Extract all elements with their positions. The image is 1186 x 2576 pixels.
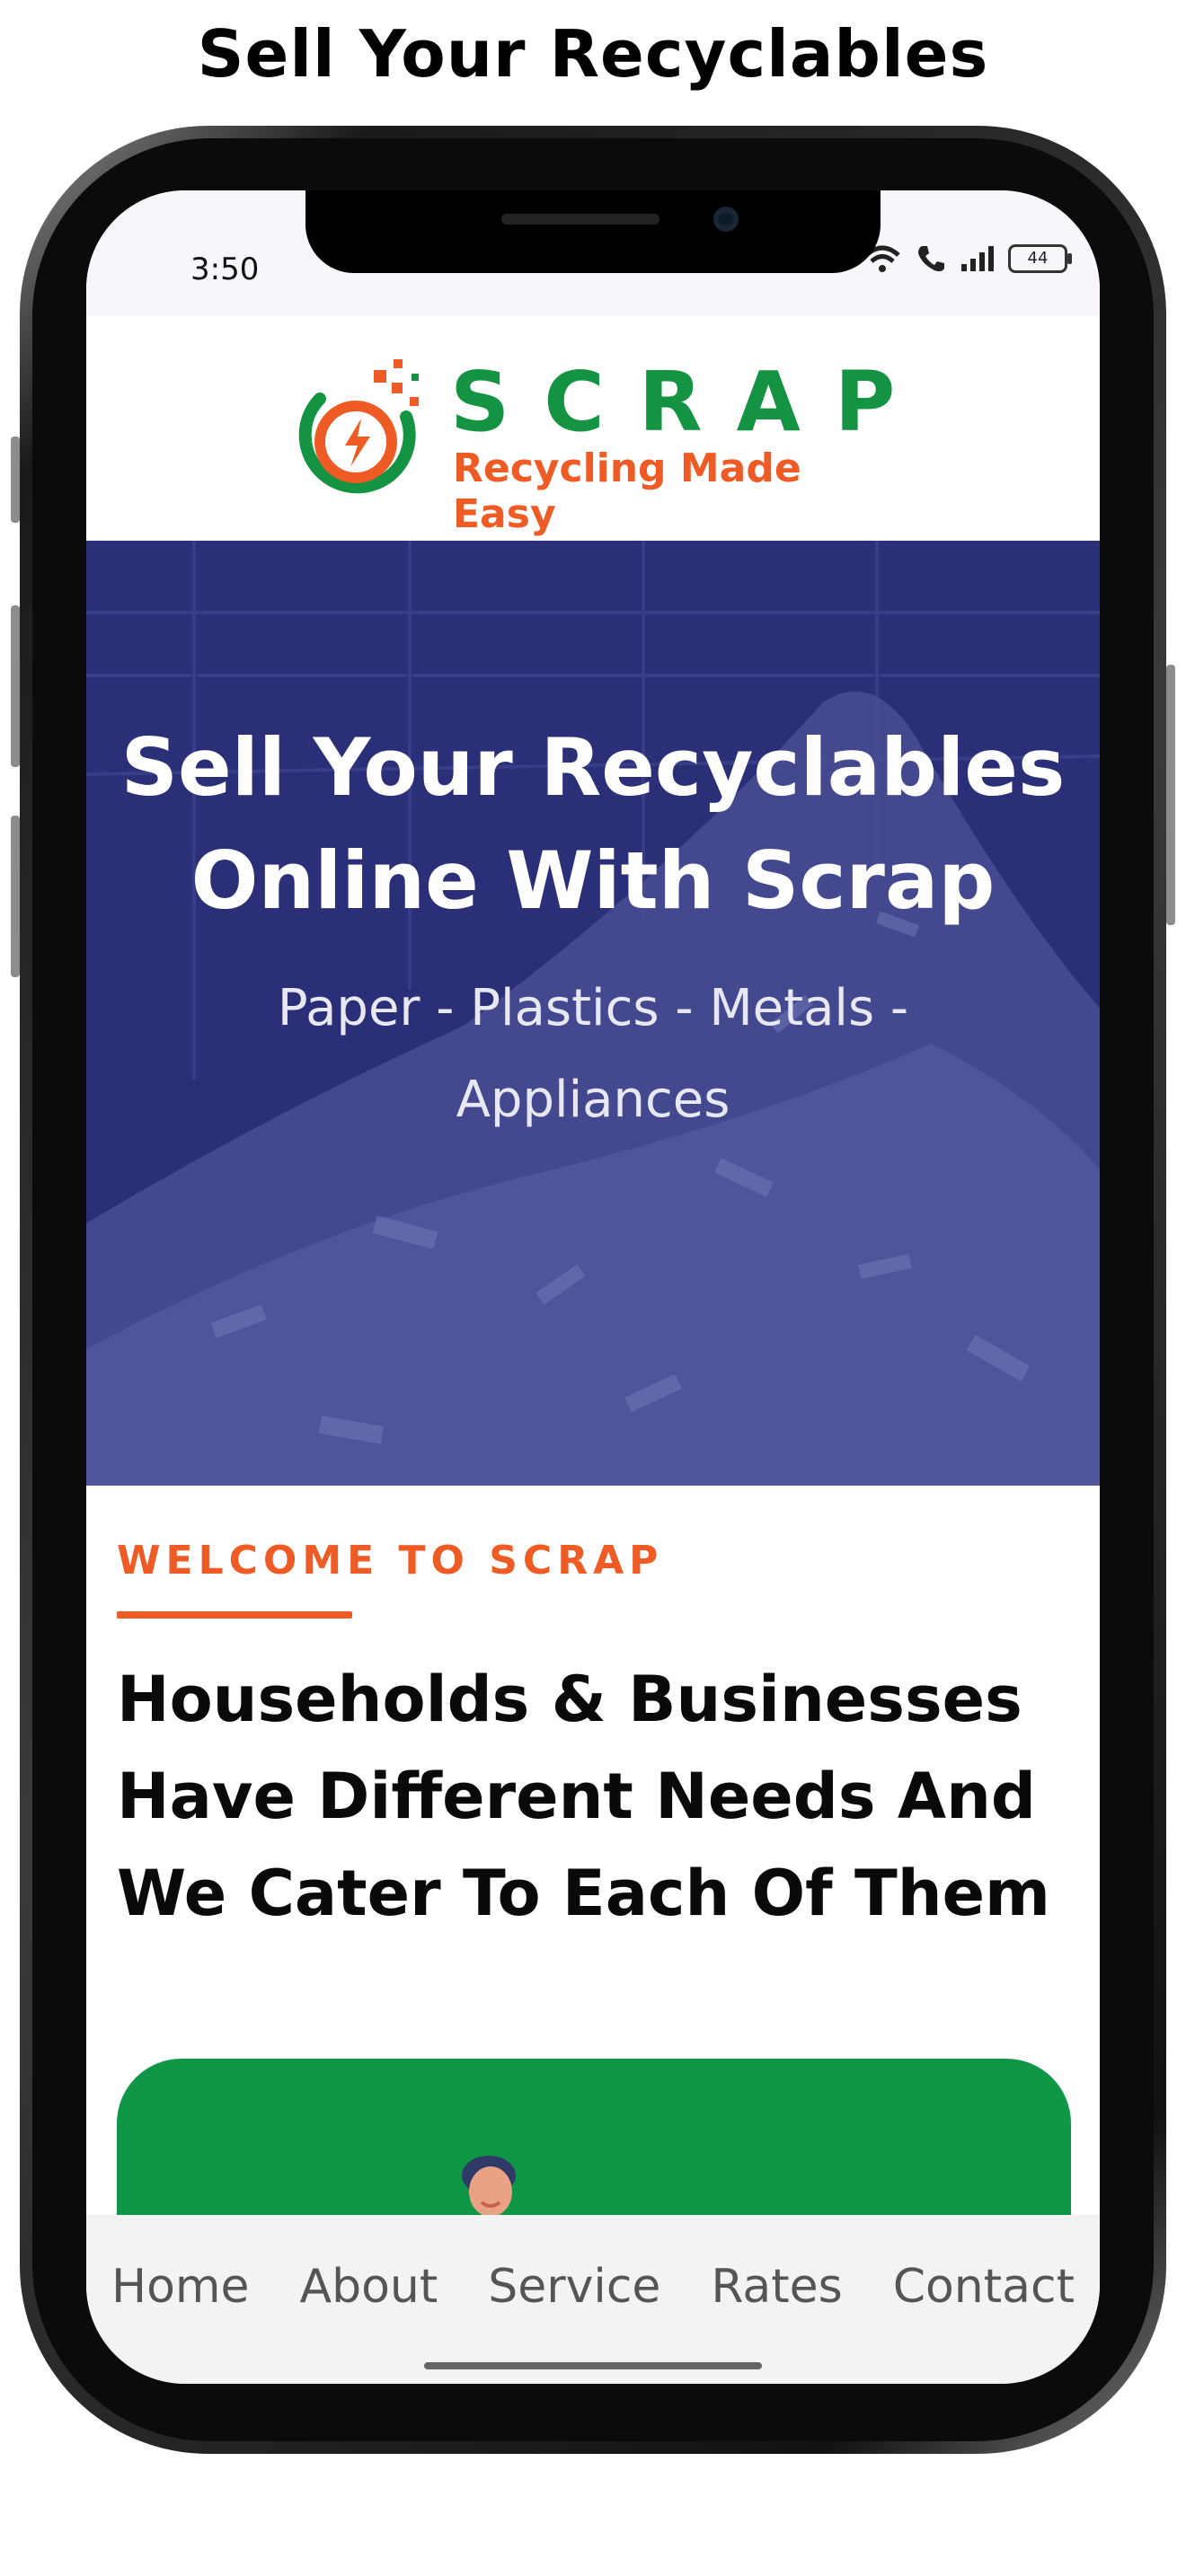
volume-down-button bbox=[11, 816, 20, 977]
tab-about[interactable]: About bbox=[300, 2260, 438, 2314]
welcome-heading-line-1: Households & Businesses bbox=[117, 1663, 1022, 1736]
phone-screen: 3:50 44 SCRAP Recycling Made Easy Sell Y… bbox=[86, 190, 1100, 2384]
hero-banner: Sell Your Recyclables Online With Scrap … bbox=[86, 541, 1100, 1486]
battery-icon: 44 bbox=[1008, 244, 1072, 273]
logo-tagline: Recycling Made Easy bbox=[453, 446, 801, 537]
tab-service[interactable]: Service bbox=[488, 2260, 660, 2314]
welcome-heading-line-3: We Cater To Each Of Them bbox=[117, 1857, 1050, 1930]
welcome-eyebrow: WELCOME TO SCRAP bbox=[117, 1538, 664, 1584]
tab-rates[interactable]: Rates bbox=[711, 2260, 842, 2314]
welcome-underline bbox=[117, 1611, 352, 1619]
status-bar: 3:50 44 bbox=[86, 190, 1100, 316]
tab-contact[interactable]: Contact bbox=[893, 2260, 1075, 2314]
speaker-grille bbox=[501, 214, 659, 225]
welcome-heading: Households & Businesses Have Different N… bbox=[117, 1651, 1069, 1942]
hero-subtitle-line-1: Paper - Plastics - Metals - bbox=[277, 979, 909, 1037]
tab-list: Home About Service Rates Contact bbox=[86, 2260, 1100, 2314]
hero-subtitle: Paper - Plastics - Metals - Appliances bbox=[212, 963, 974, 1146]
bottom-tab-bar: Home About Service Rates Contact bbox=[86, 2215, 1100, 2384]
logo-wordmark: SCRAP bbox=[450, 354, 930, 450]
hero-title: Sell Your Recyclables Online With Scrap bbox=[86, 711, 1100, 938]
scrap-logo[interactable]: SCRAP Recycling Made Easy bbox=[284, 343, 913, 537]
hero-subtitle-line-2: Appliances bbox=[456, 1071, 730, 1129]
signal-icon bbox=[961, 246, 994, 271]
front-camera bbox=[713, 207, 739, 232]
hero-title-line-1: Sell Your Recyclables bbox=[120, 721, 1066, 814]
logo-mark-icon bbox=[298, 359, 419, 494]
volume-up-button bbox=[11, 605, 20, 767]
banner-title: Sell Your Recyclables bbox=[197, 16, 989, 92]
hero-title-line-2: Online With Scrap bbox=[190, 834, 996, 927]
notch bbox=[305, 190, 881, 273]
home-indicator[interactable] bbox=[424, 2362, 762, 2369]
tab-home[interactable]: Home bbox=[111, 2260, 250, 2314]
call-icon bbox=[918, 246, 944, 272]
status-icons: 44 bbox=[863, 241, 1072, 277]
status-time: 3:50 bbox=[190, 251, 260, 287]
silent-switch bbox=[11, 437, 20, 523]
welcome-heading-line-2: Have Different Needs And bbox=[117, 1760, 1037, 1833]
site-header: SCRAP Recycling Made Easy bbox=[86, 316, 1100, 541]
power-button bbox=[1166, 665, 1175, 925]
